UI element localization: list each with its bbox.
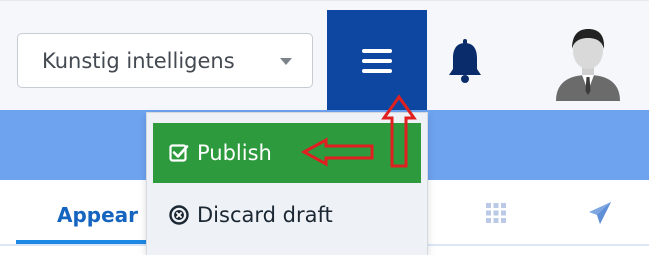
circle-x-icon	[169, 205, 189, 225]
tab-appearance[interactable]: Appear	[57, 203, 138, 227]
discard-draft-menu-item[interactable]: Discard draft	[153, 185, 421, 245]
notifications-button[interactable]	[445, 39, 485, 85]
publish-label: Publish	[197, 141, 272, 165]
user-avatar[interactable]	[548, 21, 628, 101]
bell-icon	[449, 39, 481, 83]
actions-dropdown-menu: Publish Discard draft	[147, 113, 427, 255]
checkbox-checked-icon	[169, 144, 189, 162]
caret-down-icon	[280, 58, 292, 65]
paper-plane-icon[interactable]	[588, 201, 612, 225]
hamburger-menu-icon	[362, 48, 392, 73]
app-page: Kunstig intelligens Appear Publish Disca…	[0, 0, 649, 255]
user-avatar-icon	[556, 29, 620, 101]
workspace-select[interactable]: Kunstig intelligens	[17, 33, 313, 88]
top-header: Kunstig intelligens	[0, 0, 649, 111]
grid-icon[interactable]	[485, 202, 507, 224]
publish-menu-item[interactable]: Publish	[153, 123, 421, 183]
workspace-select-value: Kunstig intelligens	[42, 48, 235, 73]
discard-draft-label: Discard draft	[197, 203, 333, 227]
menu-button[interactable]	[327, 10, 427, 111]
